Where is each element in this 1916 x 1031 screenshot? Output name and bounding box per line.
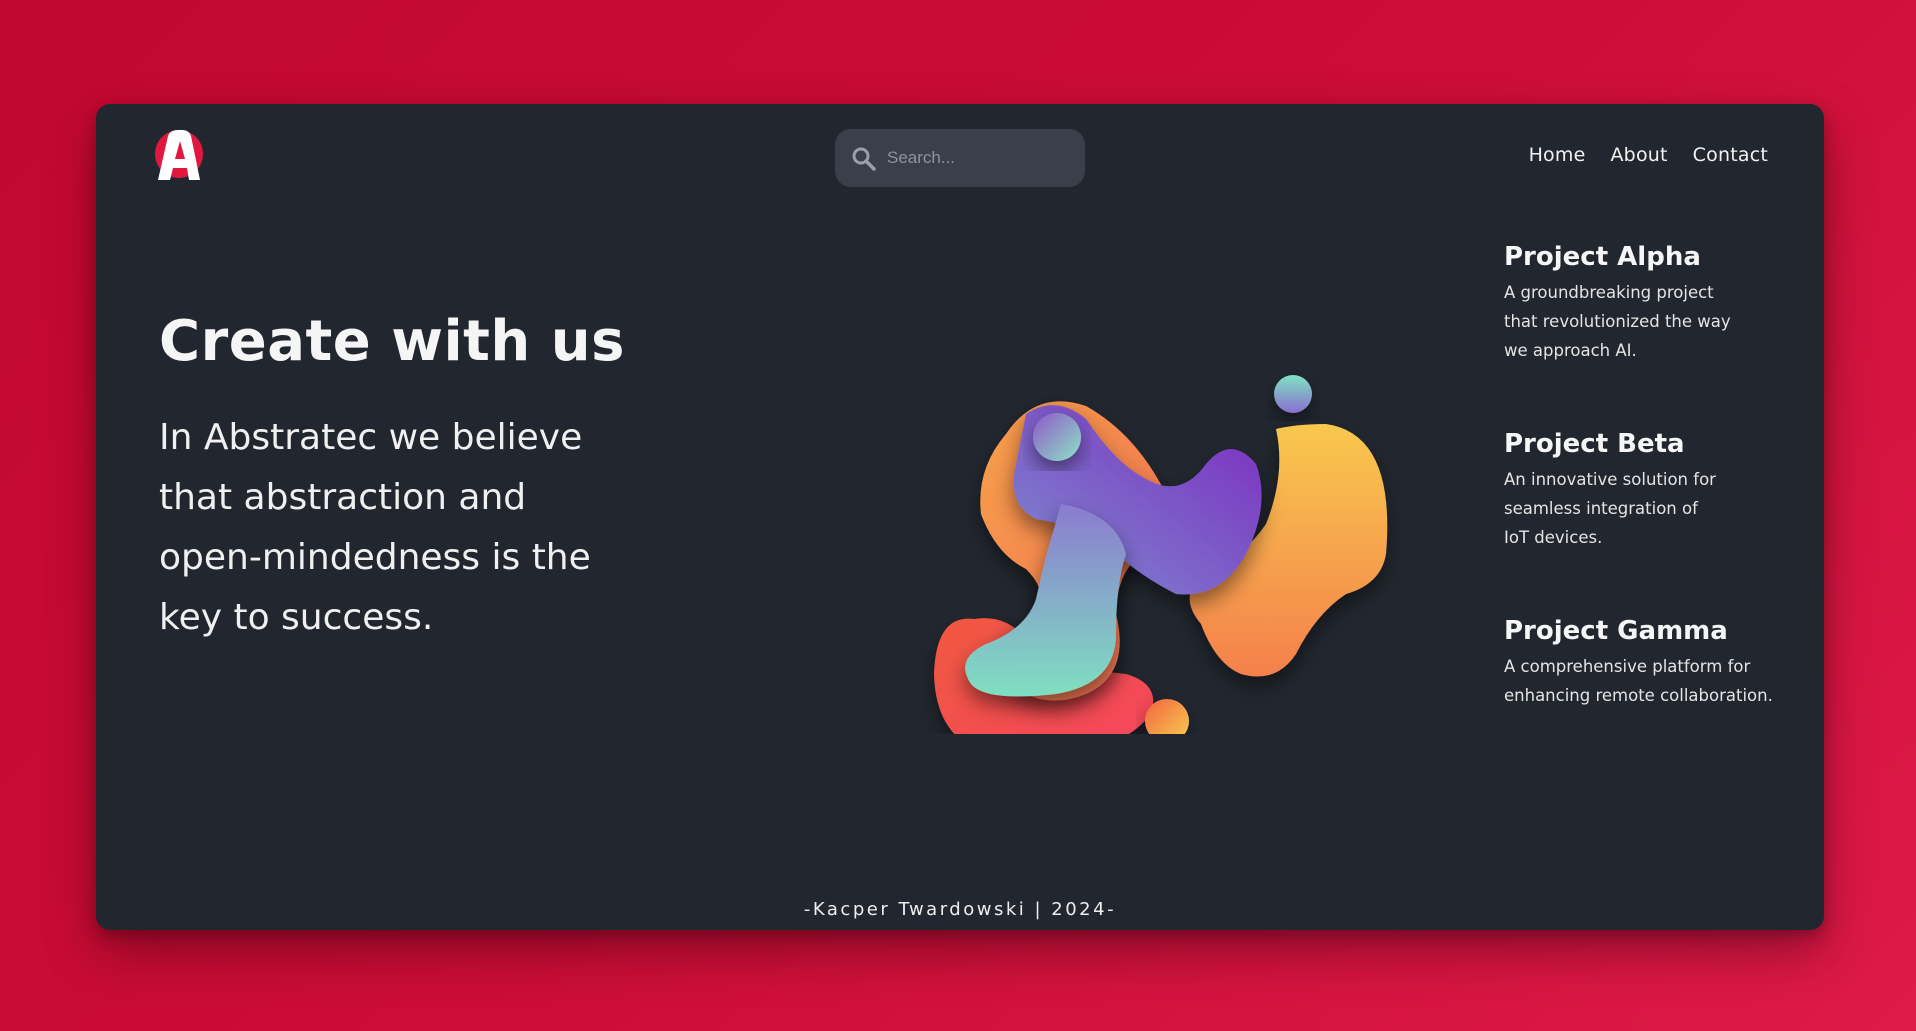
project-gamma[interactable]: Project Gamma A comprehensive platform f… [1504,614,1804,710]
nav-home-link[interactable]: Home [1529,144,1586,166]
project-alpha[interactable]: Project Alpha A groundbreaking project t… [1504,240,1804,365]
hero-section: Create with us In Abstratec we believe t… [159,306,719,648]
footer-credit: -Kacper Twardowski | 2024- [803,899,1117,920]
search-icon [851,146,877,172]
project-description: An innovative solution for seamless inte… [1504,470,1716,547]
project-title: Project Alpha [1504,242,1701,272]
nav-contact-link[interactable]: Contact [1693,144,1768,166]
nav-about-link[interactable]: About [1610,144,1667,166]
lavender-ball [1033,413,1081,461]
abstract-illustration [876,254,1416,759]
main-nav: Home About Contact [1529,144,1768,166]
search-bar[interactable] [835,129,1085,187]
hero-title: Create with us [159,309,625,374]
main-card: Home About Contact Create with us In Abs… [96,104,1824,930]
project-title: Project Gamma [1504,616,1728,646]
hero-lead: In Abstratec we believe that abstraction… [159,417,591,638]
search-input[interactable] [885,147,1069,169]
project-description: A comprehensive platform for enhancing r… [1504,657,1773,705]
project-beta[interactable]: Project Beta An innovative solution for … [1504,427,1804,552]
projects-list: Project Alpha A groundbreaking project t… [1504,240,1804,772]
project-description: A groundbreaking project that revolution… [1504,283,1731,360]
project-title: Project Beta [1504,429,1685,459]
mint-ball [1274,375,1312,413]
logo-icon[interactable] [152,126,214,184]
